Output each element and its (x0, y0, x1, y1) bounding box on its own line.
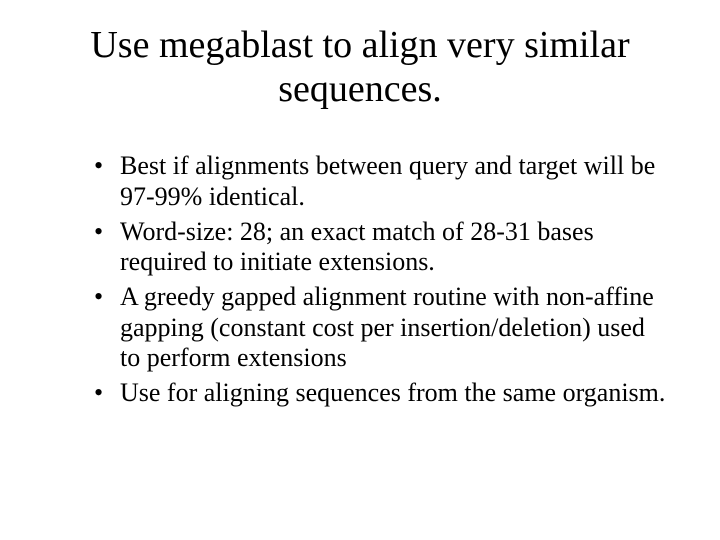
list-item: A greedy gapped alignment routine with n… (94, 282, 670, 374)
list-item: Use for aligning sequences from the same… (94, 378, 670, 409)
slide-title: Use megablast to align very similar sequ… (70, 24, 650, 111)
bullet-list: Best if alignments between query and tar… (50, 151, 670, 408)
list-item: Best if alignments between query and tar… (94, 151, 670, 212)
slide: Use megablast to align very similar sequ… (0, 0, 720, 540)
list-item: Word-size: 28; an exact match of 28-31 b… (94, 217, 670, 278)
